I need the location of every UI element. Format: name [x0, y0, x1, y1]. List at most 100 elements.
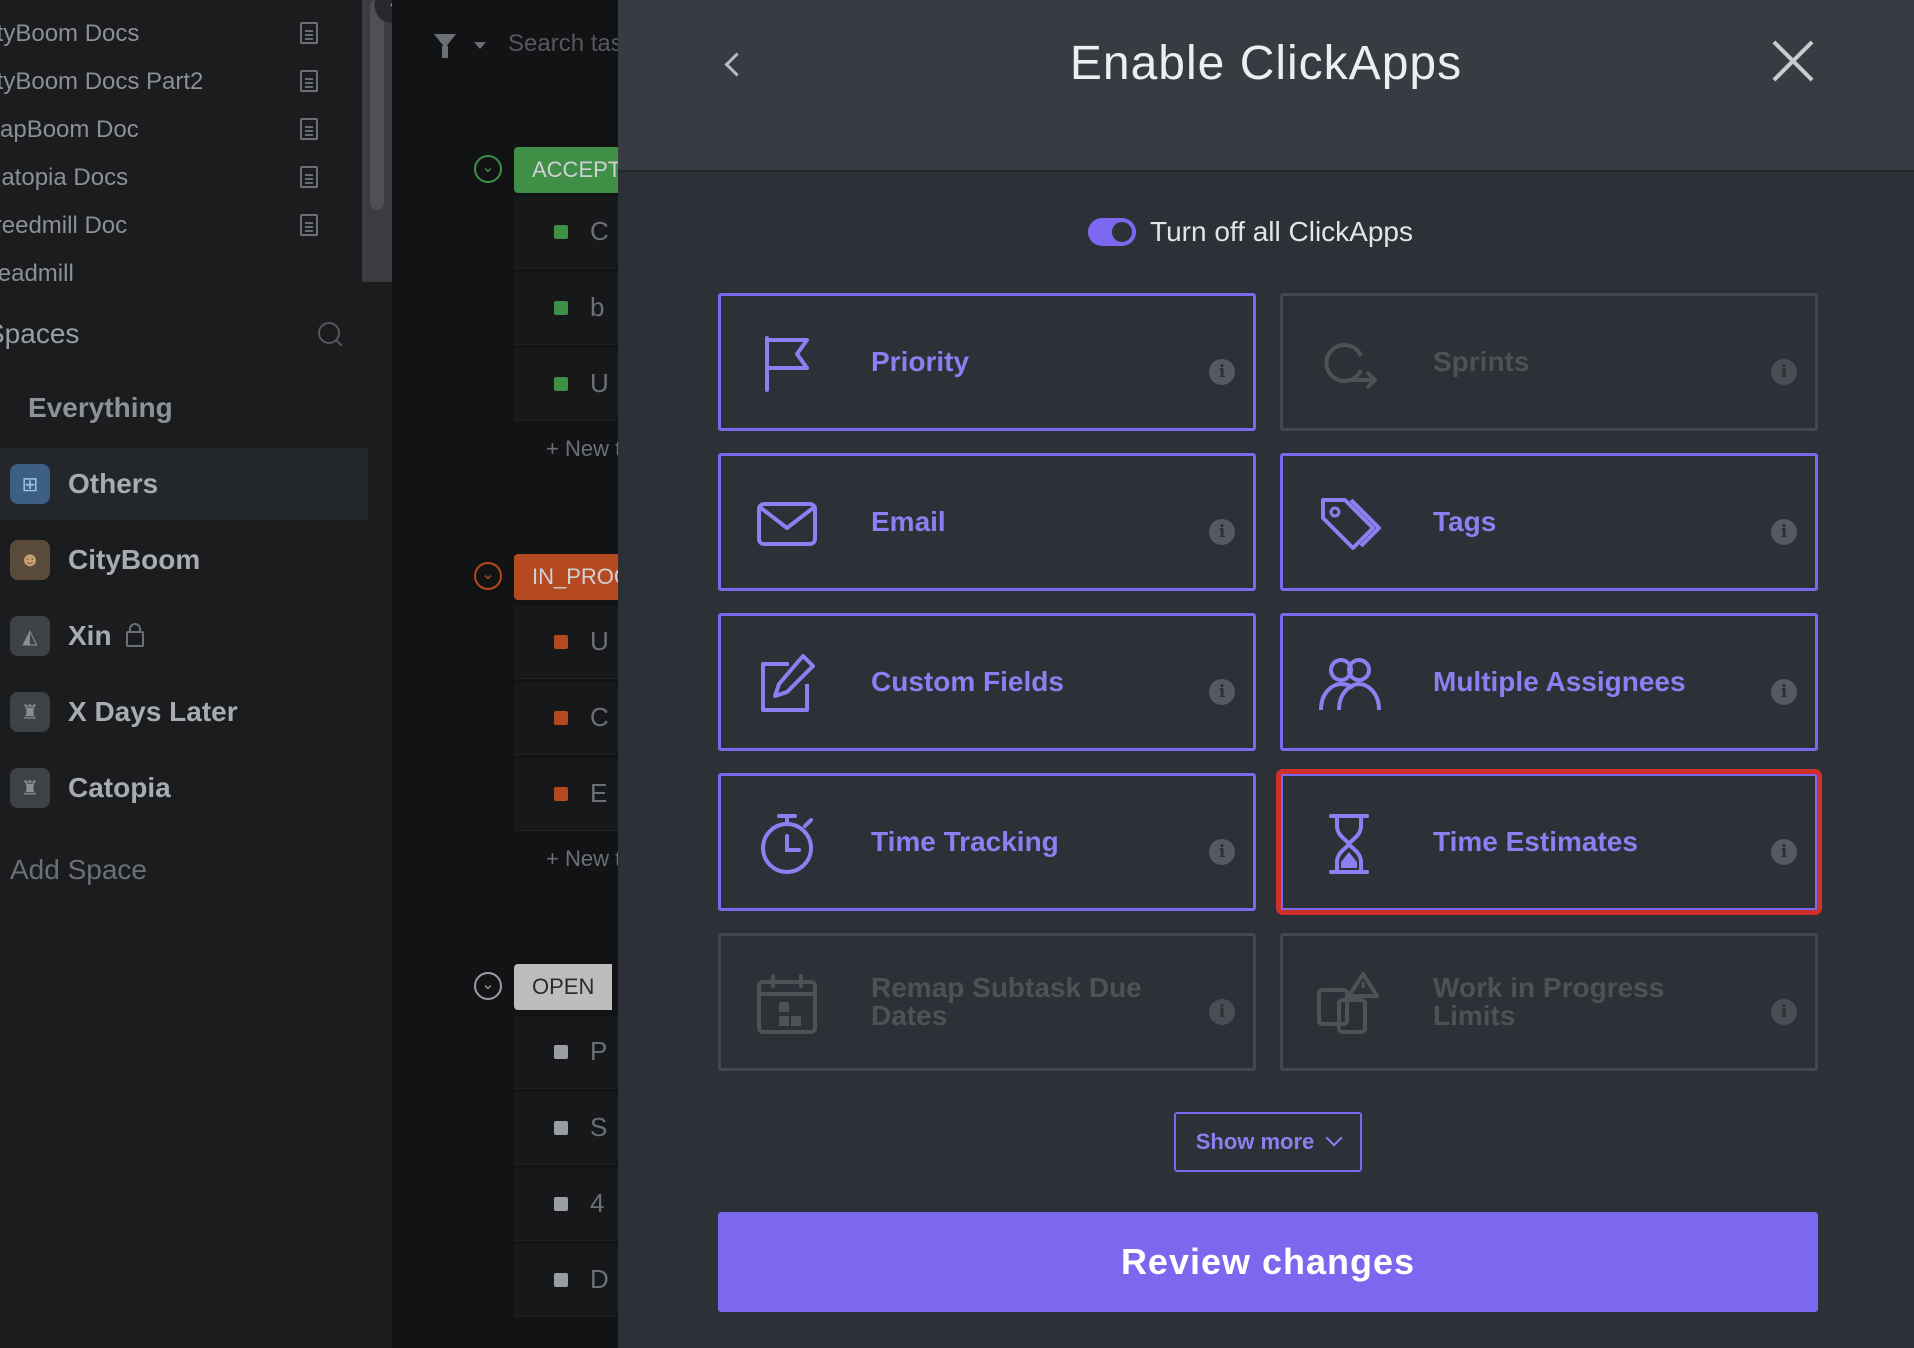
- clickapp-label: Multiple Assignees: [1433, 666, 1686, 697]
- wip-limit-icon: [1317, 972, 1379, 1034]
- doc-item[interactable]: MapBoom Doc: [0, 110, 330, 150]
- info-icon[interactable]: i: [1771, 679, 1797, 705]
- clickapp-label: Time Estimates: [1433, 826, 1638, 857]
- info-icon[interactable]: i: [1209, 999, 1235, 1025]
- document-icon: [300, 22, 318, 44]
- show-more-label: Show more: [1195, 1129, 1315, 1154]
- task-row[interactable]: 4: [514, 1168, 618, 1241]
- chevron-down-icon: [1325, 1129, 1343, 1147]
- clickapp-card-multiple-assignees[interactable]: Multiple Assignees i: [1280, 613, 1818, 751]
- doc-item[interactable]: Treedmill Doc: [0, 206, 330, 246]
- sidebar-item-catopia[interactable]: ♜ Catopia: [0, 752, 368, 824]
- close-button[interactable]: [1770, 38, 1816, 84]
- clickapp-card-work-in-progress-limits[interactable]: Work in Progress Limits i: [1280, 933, 1818, 1071]
- info-icon[interactable]: i: [1771, 839, 1797, 865]
- pizza-icon: ◭: [10, 616, 50, 656]
- info-icon[interactable]: i: [1209, 679, 1235, 705]
- task-row[interactable]: C: [514, 682, 618, 755]
- task-row[interactable]: C: [514, 196, 618, 269]
- status-square-icon: [554, 1121, 568, 1135]
- status-square-icon: [554, 635, 568, 649]
- caret-down-icon[interactable]: [474, 42, 486, 49]
- task-title: E: [590, 778, 608, 808]
- spy-icon: ♜: [10, 768, 50, 808]
- task-row[interactable]: U: [514, 606, 618, 679]
- docs-list: CityBoom Docs CityBoom Docs Part2 MapBoo…: [0, 0, 362, 282]
- info-icon[interactable]: i: [1209, 359, 1235, 385]
- calendar-icon: [757, 974, 817, 1034]
- sidebar-item-others[interactable]: ⊞ Others: [0, 448, 368, 520]
- document-icon: [300, 214, 318, 236]
- task-row[interactable]: S: [514, 1092, 618, 1165]
- status-square-icon: [554, 787, 568, 801]
- clickapp-card-tags[interactable]: Tags i: [1280, 453, 1818, 591]
- new-task-link[interactable]: + New task: [546, 846, 618, 872]
- task-row[interactable]: P: [514, 1016, 618, 1089]
- status-badge: ACCEPTED: [514, 147, 618, 193]
- turn-off-all-toggle[interactable]: [1088, 218, 1136, 246]
- clickapp-card-time-tracking[interactable]: Time Tracking i: [718, 773, 1256, 911]
- users-icon: [1319, 658, 1381, 711]
- modal-header: Enable ClickApps: [618, 0, 1914, 172]
- doc-item-label: MapBoom Doc: [0, 116, 139, 143]
- doc-item[interactable]: CityBoom Docs Part2: [0, 62, 330, 102]
- sidebar-item-label: Catopia: [68, 772, 171, 803]
- show-more-button[interactable]: Show more: [1174, 1112, 1362, 1172]
- task-board: Search tasks ⌄ ACCEPTED C b U + New task…: [392, 0, 618, 1348]
- scrollbar-thumb[interactable]: [370, 0, 384, 210]
- collapse-group-icon[interactable]: ⌄: [474, 972, 502, 1000]
- info-icon[interactable]: i: [1771, 999, 1797, 1025]
- sidebar-scrollbar[interactable]: [362, 0, 392, 282]
- enable-clickapps-modal: Enable ClickApps Turn off all ClickApps …: [618, 0, 1914, 1348]
- task-title: P: [590, 1036, 608, 1066]
- doc-item[interactable]: Catopia Docs: [0, 158, 330, 198]
- clickapp-card-time-estimates[interactable]: Time Estimates i: [1276, 769, 1822, 915]
- sidebar-item-x-days-later[interactable]: ♜ X Days Later: [0, 676, 368, 748]
- filter-icon[interactable]: [434, 34, 456, 58]
- clickapp-card-custom-fields[interactable]: Custom Fields i: [718, 613, 1256, 751]
- info-icon[interactable]: i: [1771, 359, 1797, 385]
- task-row[interactable]: U: [514, 348, 618, 421]
- status-square-icon: [554, 301, 568, 315]
- status-badge: OPEN: [514, 964, 613, 1010]
- clickapp-card-remap-subtask-due-dates[interactable]: Remap Subtask Due Dates i: [718, 933, 1256, 1071]
- sidebar-item-label: Everything: [28, 392, 173, 423]
- clickapp-label: Custom Fields: [871, 666, 1064, 697]
- edit-icon: [761, 654, 815, 712]
- sprint-icon: [1324, 343, 1377, 390]
- collapse-group-icon[interactable]: ⌄: [474, 562, 502, 590]
- sidebar-item-label: Others: [68, 468, 159, 499]
- task-row[interactable]: b: [514, 272, 618, 345]
- turn-off-all-toggle-row[interactable]: Turn off all ClickApps: [1088, 212, 1413, 252]
- stopwatch-icon: [761, 814, 813, 874]
- clickapp-card-email[interactable]: Email i: [718, 453, 1256, 591]
- clickapp-label: Email: [871, 506, 946, 537]
- sidebar-item-everything[interactable]: Everything: [0, 372, 368, 444]
- clickapp-card-sprints[interactable]: Sprints i: [1280, 293, 1818, 431]
- toggle-knob: [1112, 222, 1132, 242]
- collapse-group-icon[interactable]: ⌄: [474, 155, 502, 183]
- doc-item[interactable]: Treadmill: [0, 254, 330, 282]
- clickapp-card-priority[interactable]: Priority i: [718, 293, 1256, 431]
- modal-title: Enable ClickApps: [1069, 37, 1463, 90]
- lock-icon: [125, 623, 144, 647]
- review-changes-button[interactable]: Review changes: [718, 1212, 1818, 1312]
- search-icon[interactable]: [318, 322, 340, 344]
- info-icon[interactable]: i: [1771, 519, 1797, 545]
- task-title: b: [590, 292, 605, 322]
- search-tasks-input[interactable]: Search tasks: [508, 30, 618, 58]
- task-title: U: [590, 626, 609, 656]
- new-task-link[interactable]: + New task: [546, 436, 618, 462]
- hierarchy-icon: ⊞: [10, 464, 50, 504]
- doc-item[interactable]: CityBoom Docs: [0, 14, 330, 54]
- info-icon[interactable]: i: [1209, 519, 1235, 545]
- info-icon[interactable]: i: [1209, 839, 1235, 865]
- sidebar-item-xin[interactable]: ◭ Xin: [0, 600, 368, 672]
- add-space-link[interactable]: Add Space: [10, 854, 147, 886]
- sidebar-item-cityboom[interactable]: ☻ CityBoom: [0, 524, 368, 596]
- document-icon: [300, 118, 318, 140]
- left-sidebar: CityBoom Docs CityBoom Docs Part2 MapBoo…: [0, 0, 412, 1348]
- task-row[interactable]: E: [514, 758, 618, 831]
- task-row[interactable]: D: [514, 1244, 618, 1317]
- doc-item-label: CityBoom Docs Part2: [0, 68, 204, 95]
